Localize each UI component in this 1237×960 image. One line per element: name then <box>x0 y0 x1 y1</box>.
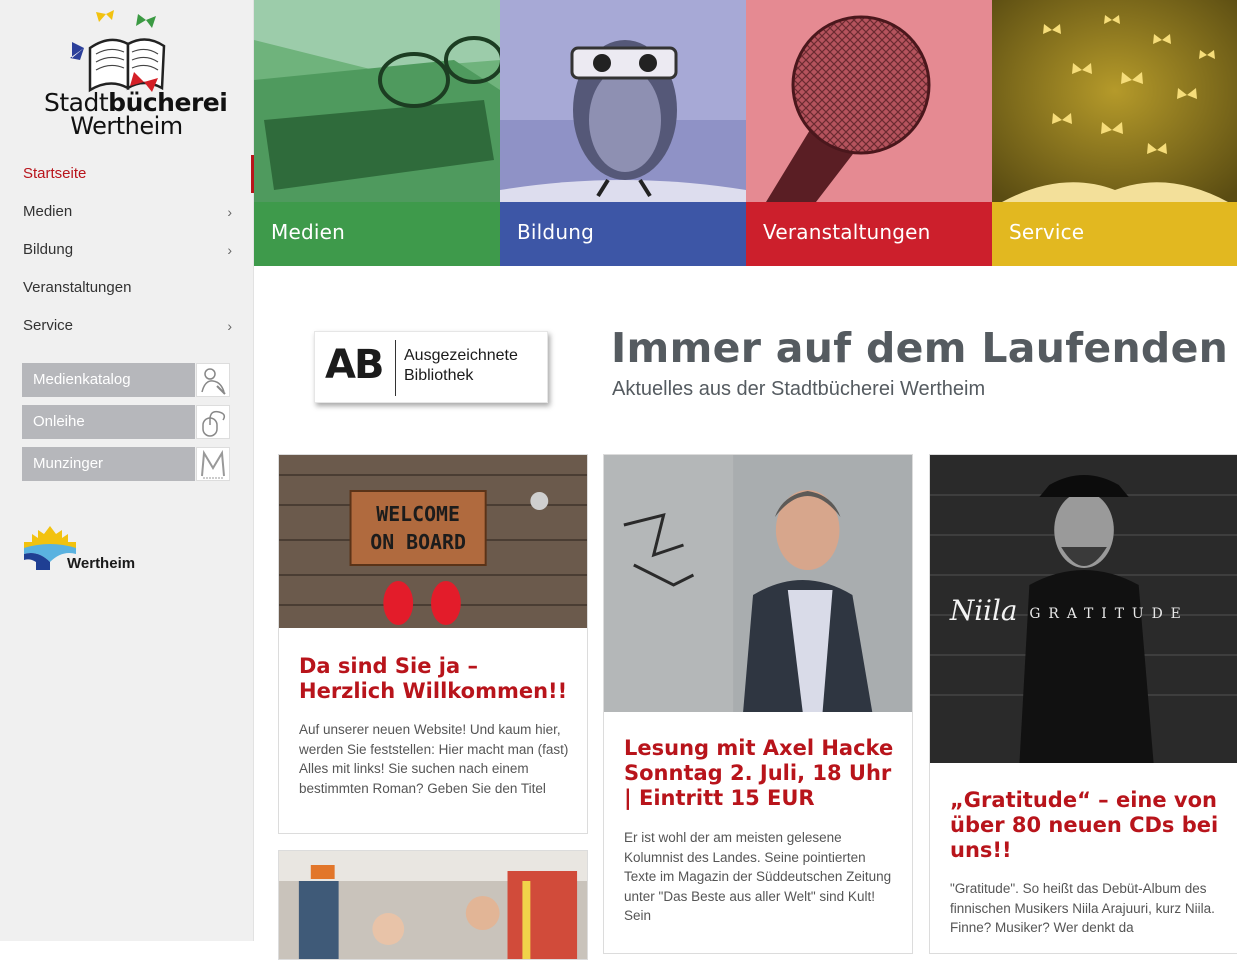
svg-text:WELCOME: WELCOME <box>376 503 460 526</box>
nav-item-label: Medien <box>23 203 73 220</box>
quicklink-onleihe[interactable]: Onleihe <box>22 405 230 439</box>
nav-item-label: Startseite <box>23 165 87 182</box>
svg-text:Niila: Niila <box>949 594 1018 627</box>
quicklink-label: Onleihe <box>22 405 195 439</box>
wertheim-city-logo[interactable]: Wertheim <box>22 522 152 574</box>
microphone-image <box>746 0 992 202</box>
main-nav: Startseite Medien › Bildung › Veranstalt… <box>0 155 254 345</box>
svg-text:GRATITUDE: GRATITUDE <box>1029 606 1188 622</box>
tile-label: Veranstaltungen <box>763 220 931 244</box>
open-book-butterflies-icon <box>70 10 166 93</box>
welcome-mat-image: WELCOME ON BOARD <box>279 455 587 628</box>
award-divider <box>395 340 396 396</box>
news-card-welcome[interactable]: WELCOME ON BOARD Da sind Sie ja – Herzli… <box>278 454 588 834</box>
nav-item-medien[interactable]: Medien › <box>0 193 254 231</box>
tile-veranstaltungen[interactable]: Veranstaltungen <box>746 0 992 266</box>
page-subtitle: Aktuelles aus der Stadtbücherei Wertheim <box>612 378 986 400</box>
tile-label: Service <box>1009 220 1085 244</box>
nav-item-startseite[interactable]: Startseite <box>0 155 254 193</box>
axel-hacke-portrait-image <box>604 455 912 712</box>
sidebar: Stadtbücherei Wertheim Startseite Medien… <box>0 0 254 941</box>
award-mark: AB <box>325 342 384 388</box>
card-excerpt: "Gratitude". So heißt das Debüt-Album de… <box>950 881 1215 935</box>
award-badge[interactable]: AB Ausgezeichnete Bibliothek <box>314 331 548 403</box>
chevron-right-icon: › <box>227 318 232 334</box>
butterflies-book-image <box>992 0 1237 202</box>
nav-item-label: Service <box>23 317 74 334</box>
quicklink-medienkatalog[interactable]: Medienkatalog <box>22 363 230 397</box>
nav-item-label: Veranstaltungen <box>23 279 132 296</box>
card-title[interactable]: Lesung mit Axel Hacke Sonntag 2. Juli, 1… <box>624 736 894 811</box>
library-staff-image <box>279 851 587 959</box>
award-line1: Ausgezeichnete <box>404 347 518 364</box>
quicklink-label: Munzinger <box>22 447 195 481</box>
book-glasses-image <box>254 0 500 202</box>
nav-item-veranstaltungen[interactable]: Veranstaltungen <box>0 269 254 307</box>
chevron-right-icon: › <box>227 242 232 258</box>
quicklink-label: Medienkatalog <box>22 363 195 397</box>
nav-item-label: Bildung <box>23 241 74 258</box>
munzinger-icon <box>196 447 230 481</box>
nav-item-bildung[interactable]: Bildung › <box>0 231 254 269</box>
tile-label: Medien <box>271 220 345 244</box>
card-excerpt: Auf unserer neuen Website! Und kaum hier… <box>299 722 569 796</box>
city-name: Wertheim <box>67 555 136 572</box>
nav-item-service[interactable]: Service › <box>0 307 254 345</box>
chevron-right-icon: › <box>227 204 232 220</box>
news-card-axel-hacke[interactable]: Lesung mit Axel Hacke Sonntag 2. Juli, 1… <box>603 454 913 954</box>
tile-medien[interactable]: Medien <box>254 0 500 266</box>
niila-album-cover-image: Niila GRATITUDE <box>930 455 1237 763</box>
svg-text:ON BOARD: ON BOARD <box>370 531 466 554</box>
news-card-gratitude[interactable]: Niila GRATITUDE „Gratitude“ – eine von ü… <box>929 454 1237 954</box>
owl-image <box>500 0 746 202</box>
logo-text-line2: Wertheim <box>70 112 183 140</box>
tile-bildung[interactable]: Bildung <box>500 0 746 266</box>
card-title[interactable]: „Gratitude“ – eine von über 80 neuen CDs… <box>950 788 1220 863</box>
news-card-library-team[interactable] <box>278 850 588 960</box>
award-text: Ausgezeichnete Bibliothek <box>404 346 518 386</box>
mouse-icon <box>196 405 230 439</box>
card-title[interactable]: Da sind Sie ja – Herzlich Willkommen!! <box>299 654 569 704</box>
award-line2: Bibliothek <box>404 367 474 384</box>
quicklink-munzinger[interactable]: Munzinger <box>22 447 230 481</box>
tile-label: Bildung <box>517 220 594 244</box>
card-excerpt: Er ist wohl der am meisten gelesene Kolu… <box>624 830 892 923</box>
site-logo[interactable]: Stadtbücherei Wertheim <box>44 8 228 140</box>
tile-service[interactable]: Service <box>992 0 1237 266</box>
page-title: Immer auf dem Laufenden <box>611 324 1229 372</box>
catalog-icon <box>196 363 230 397</box>
